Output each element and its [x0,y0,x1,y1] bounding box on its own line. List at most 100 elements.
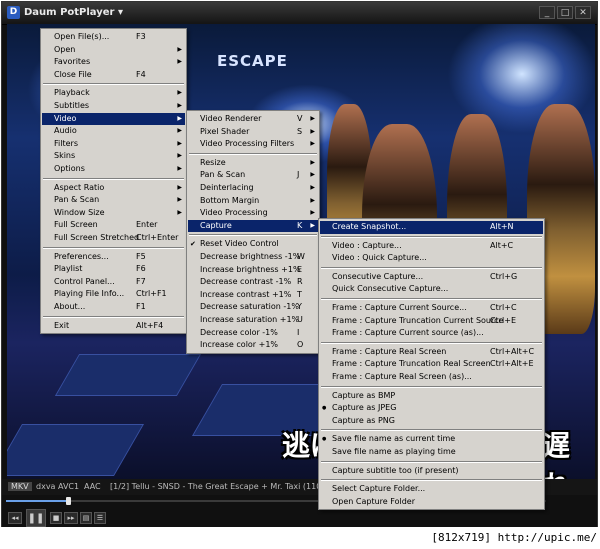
menu-item-window-size[interactable]: Window Size ▶ [42,207,185,220]
title-dropdown-icon[interactable]: ▾ [118,7,123,18]
menu-item-increase-color-1[interactable]: Increase color +1% O [188,339,318,352]
menu-item-capture-as-png[interactable]: Capture as PNG [320,415,543,428]
menu-item-control-panel[interactable]: Control Panel... F7 [42,276,185,289]
menu-item-full-screen-stretched[interactable]: Full Screen Stretched Ctrl+Enter [42,232,185,245]
menu-item-label: Increase saturation +1% [200,315,300,324]
menu-item-aspect-ratio[interactable]: Aspect Ratio ▶ [42,182,185,195]
menu-item-frame-capture-real-screen-as[interactable]: Frame : Capture Real Screen (as)... [320,371,543,384]
menu-item-save-file-name-as-playing-time[interactable]: Save file name as playing time [320,446,543,459]
menu-item-shortcut: Alt+N [490,222,514,231]
menu-item-about[interactable]: About... F1 [42,301,185,314]
menu-item-video-capture[interactable]: Video : Capture... Alt+C [320,240,543,253]
menu-item-frame-capture-truncation-current-source[interactable]: Frame : Capture Truncation Current Sourc… [320,315,543,328]
menu-item-video-quick-capture[interactable]: Video : Quick Capture... [320,252,543,265]
seek-handle[interactable] [66,497,72,505]
minimize-icon[interactable]: _ [539,6,555,19]
menu-item-shortcut: Enter [136,220,158,230]
app-title[interactable]: Daum PotPlayer ▾ [24,7,123,18]
menu-item-video-processing-filters[interactable]: Video Processing Filters ▶ [188,138,318,151]
maximize-icon[interactable]: □ [557,6,573,19]
stop-icon[interactable]: ■ [50,512,62,524]
menu-item-create-snapshot[interactable]: Create Snapshot... Alt+N [320,221,543,234]
menu-item-filters[interactable]: Filters ▶ [42,138,185,151]
menu-item-close-file[interactable]: Close File F4 [42,69,185,82]
open-file-icon[interactable]: ▤ [80,512,92,524]
menu-item-pan-scan[interactable]: Pan & Scan J ▶ [188,169,318,182]
menu-item-label: Control Panel... [54,276,115,286]
menu-item-exit[interactable]: Exit Alt+F4 [42,320,185,333]
menu-item-label: Save file name as playing time [332,447,456,456]
menu-item-label: Video Processing Filters [200,139,295,149]
menu-item-label: Close File [54,69,92,79]
menu-item-playlist[interactable]: Playlist F6 [42,263,185,276]
menu-item-select-capture-folder[interactable]: Select Capture Folder... [320,483,543,496]
menu-item-decrease-brightness-1[interactable]: Decrease brightness -1% W [188,251,318,264]
menu-item-resize[interactable]: Resize ▶ [188,157,318,170]
pause-icon[interactable]: ❚❚ [26,509,46,527]
menu-item-consecutive-capture[interactable]: Consecutive Capture... Ctrl+G [320,271,543,284]
menu-item-capture[interactable]: Capture K ▶ [188,219,318,233]
menu-item-favorites[interactable]: Favorites ▶ [42,56,185,69]
menu-item-decrease-contrast-1[interactable]: Decrease contrast -1% R [188,276,318,289]
menu-item-options[interactable]: Options ▶ [42,163,185,176]
menu-item-label: Filters [54,138,78,148]
menu-item-label: About... [54,302,86,311]
menu-item-label: Skins [54,151,76,161]
menu-item-save-file-name-as-current-time[interactable]: ● Save file name as current time [320,433,543,446]
menu-item-open-file-s[interactable]: Open File(s)... F3 [42,31,185,44]
next-icon[interactable]: ▸▸ [64,512,78,524]
previous-icon[interactable]: ◂◂ [8,512,22,524]
close-icon[interactable]: ✕ [575,6,591,19]
now-playing[interactable]: [1/2] Tellu - SNSD - The Great Escape + … [110,482,346,491]
submenu-arrow-icon: ▶ [177,208,182,216]
menu-item-shortcut: F6 [136,264,146,274]
menu-item-increase-saturation-1[interactable]: Increase saturation +1% U [188,314,318,327]
menu-item-capture-as-jpeg[interactable]: ● Capture as JPEG [320,402,543,415]
menu-icon[interactable]: ☰ [94,512,106,524]
menu-item-capture-as-bmp[interactable]: Capture as BMP [320,390,543,403]
menu-item-increase-brightness-1[interactable]: Increase brightness +1% E [188,264,318,277]
submenu-arrow-icon: ▶ [310,127,315,135]
stage-floor [54,354,202,396]
menu-item-video[interactable]: Video ▶ [42,112,185,126]
menu-item-open-capture-folder[interactable]: Open Capture Folder [320,496,543,509]
menu-item-capture-subtitle-too-if-present[interactable]: Capture subtitle too (if present) [320,465,543,478]
menu-item-frame-capture-current-source-as[interactable]: Frame : Capture Current source (as)... [320,327,543,340]
menu-item-preferences[interactable]: Preferences... F5 [42,251,185,264]
menu-separator [43,315,184,318]
menu-item-frame-capture-current-source[interactable]: Frame : Capture Current Source... Ctrl+C [320,302,543,315]
menu-item-pan-scan[interactable]: Pan & Scan ▶ [42,194,185,207]
submenu-arrow-icon: ▶ [177,196,182,204]
menu-item-label: Exit [54,320,70,330]
title-bar[interactable]: D Daum PotPlayer ▾ _ □ ✕ [2,2,597,25]
menu-item-label: Save file name as current time [332,434,456,444]
menu-item-video-processing[interactable]: Video Processing ▶ [188,207,318,220]
potplayer-logo-icon[interactable]: D [7,6,20,19]
menu-item-label: Aspect Ratio [54,182,105,192]
menu-item-reset-video-control[interactable]: ✔ Reset Video Control [188,238,318,251]
context-menu-video: Video Renderer V ▶ Pixel Shader S ▶ Video Proc… [186,110,320,354]
menu-item-bottom-margin[interactable]: Bottom Margin ▶ [188,195,318,208]
menu-item-label: Video : Quick Capture... [332,253,427,263]
menu-item-increase-contrast-1[interactable]: Increase contrast +1% T [188,289,318,302]
menu-item-playing-file-info[interactable]: Playing File Info... Ctrl+F1 [42,288,185,301]
menu-item-subtitles[interactable]: Subtitles ▶ [42,100,185,113]
radio-dot-icon: ● [322,436,327,443]
menu-item-quick-consecutive-capture[interactable]: Quick Consecutive Capture... [320,283,543,296]
menu-item-full-screen[interactable]: Full Screen Enter [42,219,185,232]
menu-item-frame-capture-real-screen[interactable]: Frame : Capture Real Screen Ctrl+Alt+C [320,346,543,359]
menu-item-deinterlacing[interactable]: Deinterlacing ▶ [188,182,318,195]
menu-item-frame-capture-truncation-real-screen[interactable]: Frame : Capture Truncation Real Screen Ct… [320,358,543,371]
menu-item-pixel-shader[interactable]: Pixel Shader S ▶ [188,126,318,139]
menu-item-audio[interactable]: Audio ▶ [42,125,185,138]
menu-item-open[interactable]: Open ▶ [42,44,185,57]
menu-item-shortcut: Ctrl+Alt+E [490,359,534,369]
menu-item-video-renderer[interactable]: Video Renderer V ▶ [188,113,318,126]
menu-item-label: Decrease contrast -1% [200,277,292,287]
menu-item-label: Video [54,113,77,123]
menu-item-decrease-saturation-1[interactable]: Decrease saturation -1% Y [188,301,318,314]
menu-item-decrease-color-1[interactable]: Decrease color -1% I [188,327,318,340]
menu-item-label: Window Size [54,207,105,217]
menu-item-playback[interactable]: Playback ▶ [42,87,185,100]
menu-item-skins[interactable]: Skins ▶ [42,150,185,163]
